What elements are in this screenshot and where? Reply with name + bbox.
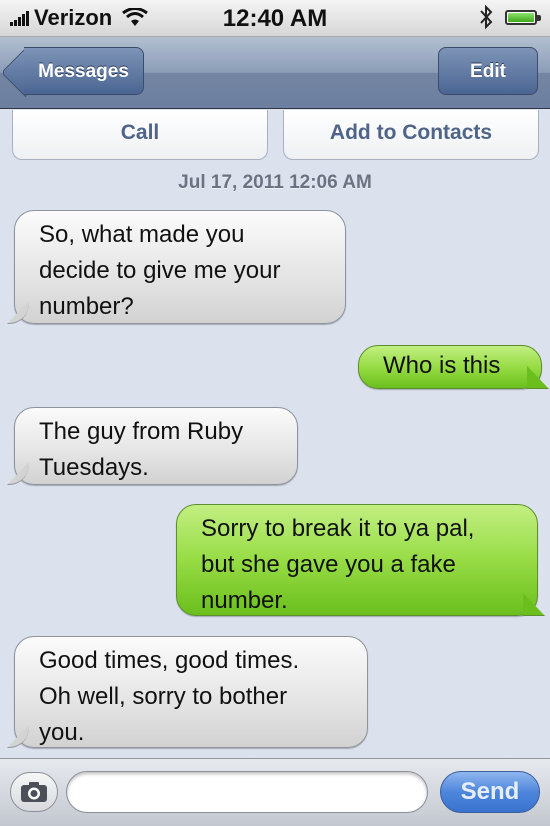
incoming-message: So, what made you decide to give me your… [7,210,346,324]
message-text: Good times, good times. Oh well, sorry t… [39,647,300,746]
status-bar: Verizon 12:40 AM [0,0,550,37]
message-composer: Send [0,758,550,826]
camera-icon [21,782,47,802]
message-input[interactable] [66,771,428,813]
outgoing-message: Who is this [358,345,549,389]
message-text: So, what made you decide to give me your… [39,221,281,320]
message-text: The guy from Ruby Tuesdays. [39,418,244,481]
edit-button[interactable]: Edit [438,47,538,95]
add-to-contacts-button[interactable]: Add to Contacts [283,110,539,160]
clock: 12:40 AM [222,5,328,32]
camera-button[interactable] [10,772,58,812]
incoming-message: The guy from Ruby Tuesdays. [7,407,298,485]
navigation-bar: Messages Edit [0,37,550,109]
message-text: Who is this [383,352,501,379]
call-button[interactable]: Call [12,110,268,160]
bluetooth-icon [480,4,493,30]
send-button[interactable]: Send [440,771,540,813]
battery-icon [505,10,541,25]
outgoing-message: Sorry to break it to ya pal, but she gav… [176,504,545,616]
back-to-messages-button[interactable]: Messages [24,47,144,95]
message-text: Sorry to break it to ya pal, but she gav… [201,515,475,614]
incoming-message: Good times, good times. Oh well, sorry t… [7,636,368,748]
conversation-timestamp: Jul 17, 2011 12:06 AM [178,172,372,193]
